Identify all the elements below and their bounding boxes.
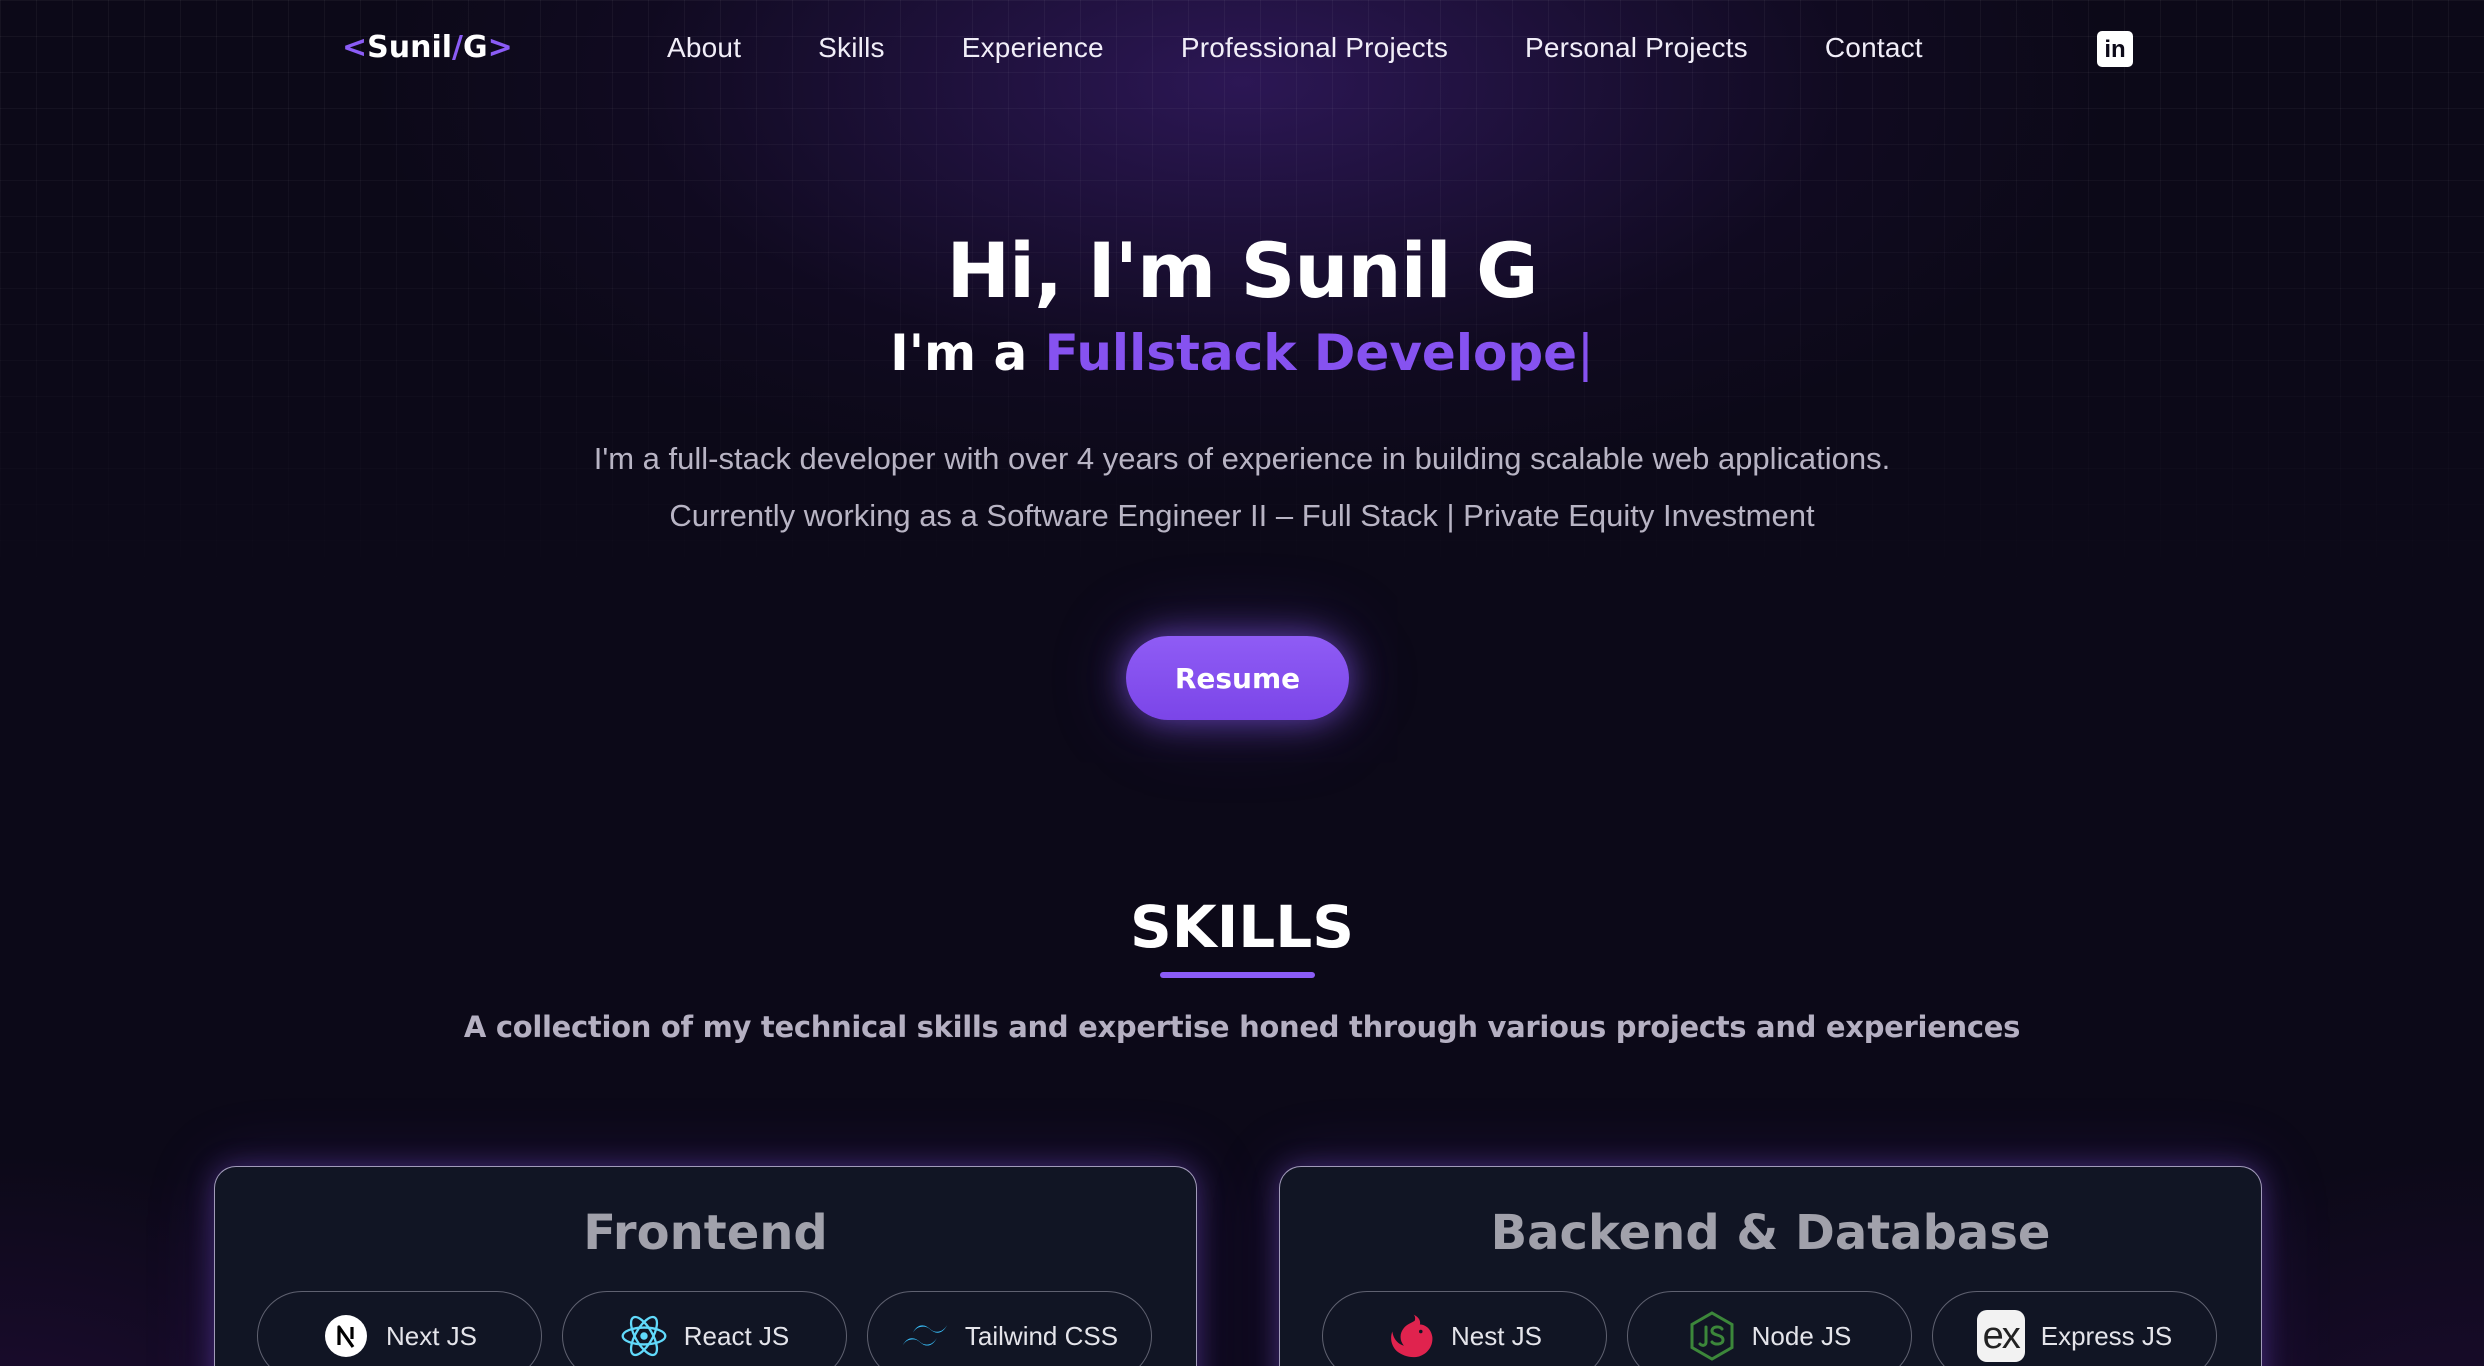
skill-chip-react[interactable]: React JS	[562, 1291, 847, 1366]
portfolio-page: <Sunil/G> About Skills Experience Profes…	[0, 0, 2484, 1366]
skill-chip-express[interactable]: ex Express JS	[1932, 1291, 2217, 1366]
logo-close-bracket: >	[487, 30, 513, 65]
skill-chip-nodejs[interactable]: Node JS	[1627, 1291, 1912, 1366]
hero-description-line-2: Currently working as a Software Engineer…	[669, 498, 1815, 533]
skills-card-backend: Backend & Database Nest JS Node JS ex Ex…	[1279, 1166, 2262, 1366]
nodejs-icon	[1688, 1311, 1736, 1361]
nav-link-skills[interactable]: Skills	[818, 32, 885, 72]
skills-description: A collection of my technical skills and …	[463, 1010, 2021, 1044]
nestjs-icon	[1387, 1312, 1435, 1360]
skill-chips: Next JS React JS Tailwind CSS	[257, 1291, 1152, 1366]
linkedin-icon[interactable]: in	[2097, 31, 2133, 67]
logo-first-name: Sunil	[367, 30, 453, 65]
nav-link-contact[interactable]: Contact	[1825, 32, 1923, 72]
skill-chip-label: Tailwind CSS	[964, 1320, 1119, 1351]
resume-button[interactable]: Resume	[1126, 636, 1349, 720]
skill-chip-label: Nest JS	[1450, 1320, 1543, 1351]
skills-heading-underline	[1160, 972, 1315, 978]
skill-chips: Nest JS Node JS ex Express JS	[1322, 1291, 2217, 1366]
top-navigation: <Sunil/G> About Skills Experience Profes…	[0, 0, 2484, 100]
skills-card-title: Frontend	[583, 1205, 828, 1261]
skill-chip-tailwind[interactable]: Tailwind CSS	[867, 1291, 1152, 1366]
site-logo[interactable]: <Sunil/G>	[342, 30, 513, 65]
skill-chip-label: React JS	[683, 1320, 790, 1351]
linkedin-glyph: in	[2104, 36, 2126, 63]
hero-subtitle-role: Fullstack Develope	[1044, 324, 1578, 382]
nav-links: About Skills Experience Professional Pro…	[667, 32, 1923, 72]
hero-subtitle: I'm a Fullstack Develope|	[0, 324, 2484, 382]
nav-link-personal-projects[interactable]: Personal Projects	[1525, 32, 1748, 72]
express-icon: ex	[1976, 1310, 2025, 1362]
hero-description-line-1: I'm a full-stack developer with over 4 y…	[593, 441, 1891, 476]
nextjs-icon	[322, 1312, 370, 1360]
express-icon-text: ex	[1976, 1310, 2025, 1362]
hero-title: Hi, I'm Sunil G	[946, 226, 1538, 315]
logo-last-name: G	[463, 30, 488, 65]
logo-slash: /	[452, 30, 463, 65]
skill-chip-nestjs[interactable]: Nest JS	[1322, 1291, 1607, 1366]
typing-cursor: |	[1577, 324, 1594, 382]
skill-chip-label: Next JS	[385, 1320, 478, 1351]
react-icon	[620, 1312, 668, 1360]
hero-subtitle-prefix: I'm a	[890, 324, 1045, 382]
skills-card-title: Backend & Database	[1490, 1205, 2051, 1261]
skills-card-frontend: Frontend Next JS React JS Tailwind CSS	[214, 1166, 1197, 1366]
skill-chip-label: Express JS	[2040, 1320, 2173, 1351]
tailwind-icon	[901, 1312, 949, 1360]
skill-chip-nextjs[interactable]: Next JS	[257, 1291, 542, 1366]
nav-link-about[interactable]: About	[667, 32, 741, 72]
nav-link-professional-projects[interactable]: Professional Projects	[1181, 32, 1448, 72]
skills-heading: SKILLS	[1130, 893, 1354, 961]
nav-link-experience[interactable]: Experience	[962, 32, 1104, 72]
logo-open-bracket: <	[342, 30, 368, 65]
skill-chip-label: Node JS	[1751, 1320, 1852, 1351]
